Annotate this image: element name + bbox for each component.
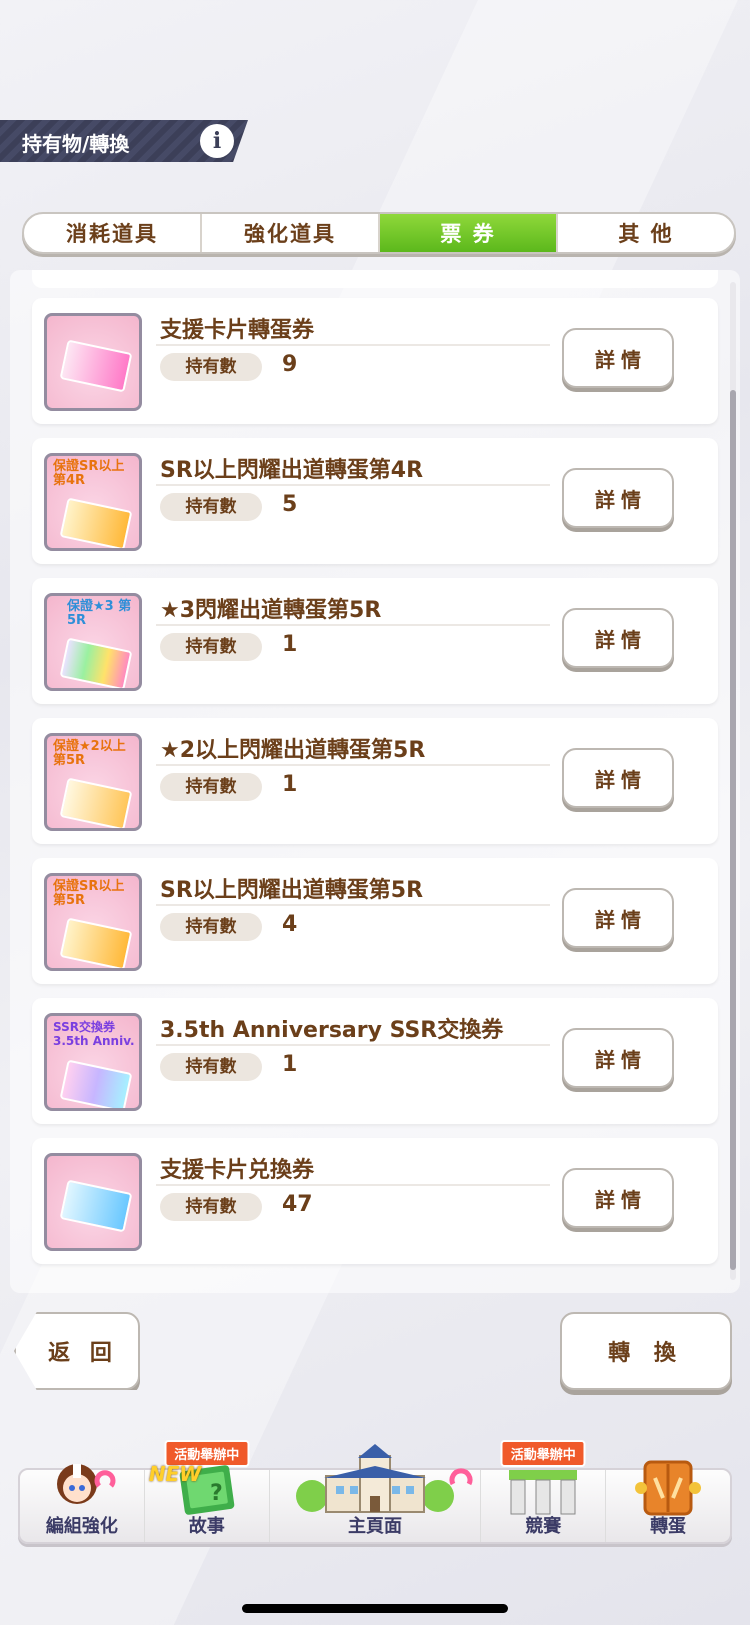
item-name: ★3閃耀出道轉蛋第5R: [160, 598, 382, 623]
nav-item-team[interactable]: 編組強化: [20, 1464, 145, 1542]
page-header: 持有物/轉換 i: [0, 120, 248, 162]
quantity-label: 持有數: [160, 1193, 262, 1221]
quantity-value: 4: [282, 912, 298, 937]
quantity-value: 47: [282, 1192, 313, 1217]
item-name: SR以上閃耀出道轉蛋第4R: [160, 458, 424, 483]
list-item: 保證SR以上 第5R SR以上閃耀出道轉蛋第5R 持有數 4 詳情: [32, 858, 718, 984]
nav-label: 故事: [188, 1516, 225, 1537]
quantity-label: 持有數: [160, 773, 262, 801]
item-name: 3.5th Anniversary SSR交換券: [160, 1018, 504, 1043]
quantity-label: 持有數: [160, 913, 262, 941]
svg-text:?: ?: [210, 1481, 223, 1506]
home-indicator[interactable]: [242, 1604, 508, 1613]
detail-button[interactable]: 詳情: [562, 608, 674, 668]
tab-other[interactable]: 其 他: [558, 214, 734, 252]
item-name: ★2以上閃耀出道轉蛋第5R: [160, 738, 426, 763]
quantity-label: 持有數: [160, 633, 262, 661]
category-tabs: 消耗道具 強化道具 票 券 其 他: [22, 212, 736, 254]
item-name: 支援卡片兑換券: [160, 1158, 315, 1183]
list-item-partial: [32, 270, 718, 288]
tab-enhancement[interactable]: 強化道具: [202, 214, 380, 252]
list-item: 保證★3 第5R ★3閃耀出道轉蛋第5R 持有數 1 詳情: [32, 578, 718, 704]
detail-button[interactable]: 詳情: [562, 1028, 674, 1088]
nav-item-home[interactable]: 主頁面: [270, 1444, 482, 1542]
support-card-exchange-ticket-icon: [44, 1153, 142, 1251]
notification-ring-icon: [449, 1468, 473, 1486]
detail-button[interactable]: 詳情: [562, 1168, 674, 1228]
convert-button[interactable]: 轉 換: [560, 1312, 732, 1390]
bottom-navigation: 編組強化 活動舉辦中 ? NEW 故事 主頁面 活動舉辦中 競賽 轉蛋: [18, 1440, 732, 1544]
quantity-value: 9: [282, 352, 298, 377]
new-tag: NEW: [148, 1462, 202, 1486]
school-building-icon: [296, 1444, 454, 1513]
tab-tickets[interactable]: 票 券: [380, 214, 558, 252]
background-shape: [0, 1250, 349, 1625]
nav-label: 主頁面: [348, 1516, 402, 1537]
list-item: 保證SR以上 第4R SR以上閃耀出道轉蛋第4R 持有數 5 詳情: [32, 438, 718, 564]
tab-consumables[interactable]: 消耗道具: [24, 214, 202, 252]
list-item: 保證★2以上 第5R ★2以上閃耀出道轉蛋第5R 持有數 1 詳情: [32, 718, 718, 844]
nav-item-gacha[interactable]: 轉蛋: [606, 1460, 730, 1542]
sr-guaranteed-ticket-icon: 保證SR以上 第5R: [44, 873, 142, 971]
item-name: 支援卡片轉蛋券: [160, 318, 315, 343]
sr-guaranteed-ticket-icon: 保證SR以上 第4R: [44, 453, 142, 551]
detail-button[interactable]: 詳情: [562, 748, 674, 808]
detail-button[interactable]: 詳情: [562, 888, 674, 948]
scrollbar-thumb[interactable]: [730, 390, 736, 1270]
quantity-value: 5: [282, 492, 298, 517]
detail-button[interactable]: 詳情: [562, 328, 674, 388]
page-title: 持有物/轉換: [22, 132, 130, 156]
star3-guaranteed-ticket-icon: 保證★3 第5R: [44, 593, 142, 691]
quantity-label: 持有數: [160, 1053, 262, 1081]
list-item: SSR交換券 3.5th Anniv. 3.5th Anniversary SS…: [32, 998, 718, 1124]
support-card-gacha-ticket-icon: [44, 313, 142, 411]
quantity-value: 1: [282, 632, 298, 657]
quantity-label: 持有數: [160, 353, 262, 381]
info-icon[interactable]: i: [200, 124, 234, 158]
character-icon: [56, 1464, 116, 1504]
quantity-value: 1: [282, 772, 298, 797]
nav-label: 轉蛋: [650, 1516, 687, 1537]
nav-label: 編組強化: [45, 1516, 118, 1537]
ssr-exchange-ticket-icon: SSR交換券 3.5th Anniv.: [44, 1013, 142, 1111]
detail-button[interactable]: 詳情: [562, 468, 674, 528]
gacha-door-icon: [635, 1460, 702, 1516]
item-list[interactable]: 支援卡片轉蛋券 持有數 9 詳情 保證SR以上 第4R SR以上閃耀出道轉蛋第4…: [10, 270, 740, 1293]
nav-label: 競賽: [525, 1516, 562, 1537]
quantity-label: 持有數: [160, 493, 262, 521]
star2-guaranteed-ticket-icon: 保證★2以上 第5R: [44, 733, 142, 831]
nav-item-race[interactable]: 活動舉辦中 競賽: [481, 1440, 607, 1542]
list-item: 支援卡片轉蛋券 持有數 9 詳情: [32, 298, 718, 424]
list-item: 支援卡片兑換券 持有數 47 詳情: [32, 1138, 718, 1264]
item-name: SR以上閃耀出道轉蛋第5R: [160, 878, 424, 903]
quantity-value: 1: [282, 1052, 298, 1077]
back-button[interactable]: 返 回: [14, 1312, 140, 1390]
nav-item-story[interactable]: 活動舉辦中 ? NEW 故事: [145, 1440, 270, 1542]
race-gate-icon: [509, 1470, 578, 1515]
